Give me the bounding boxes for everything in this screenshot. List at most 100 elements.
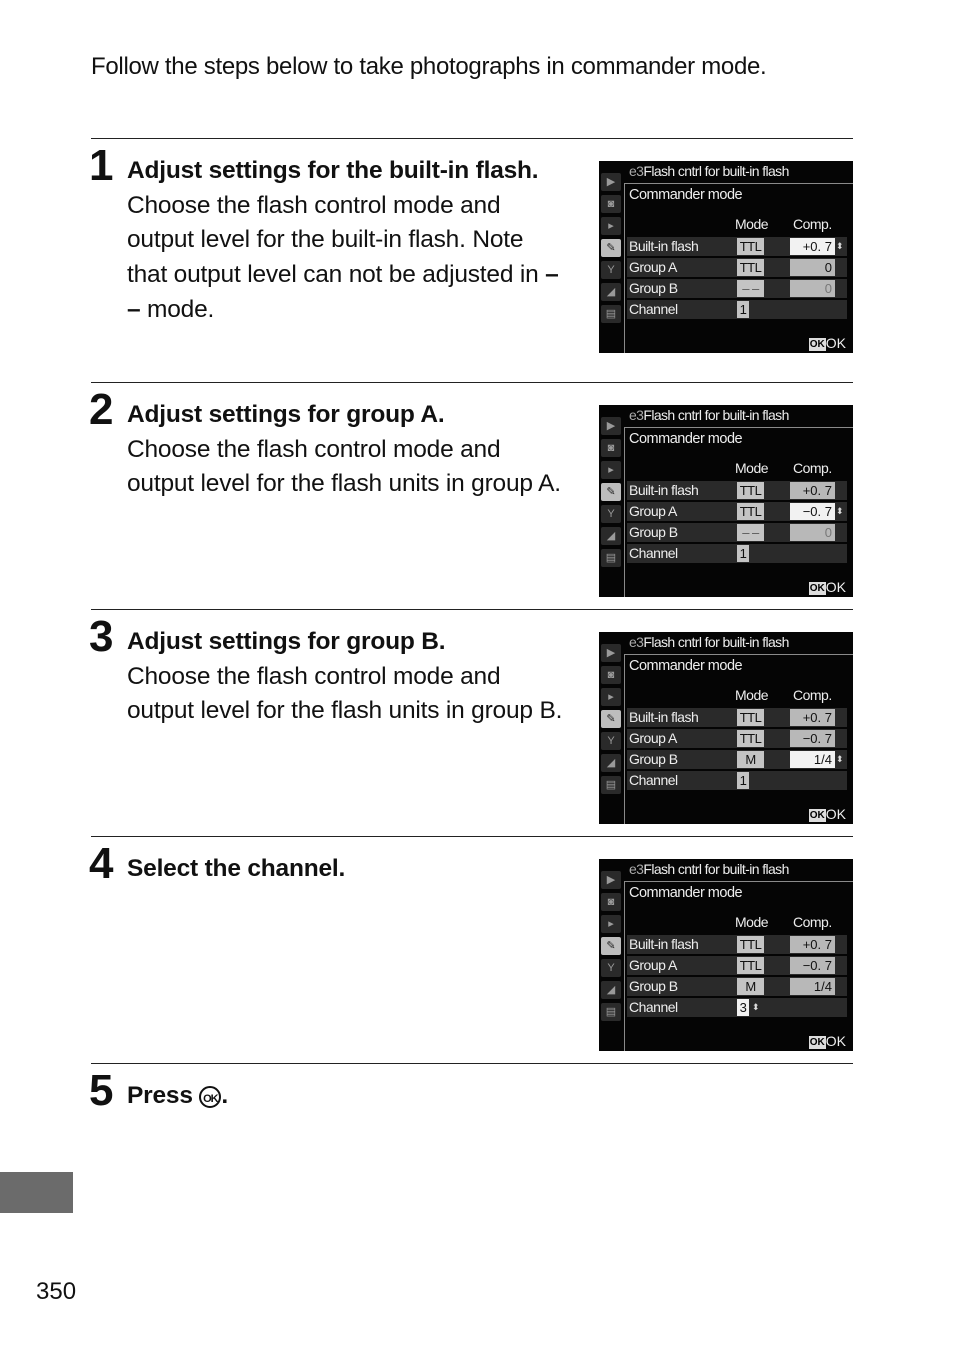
step-title: Adjust settings for the built-in flash.: [127, 157, 539, 184]
setting-label: Channel: [629, 999, 678, 1015]
mode-value[interactable]: TTL: [737, 957, 764, 974]
setting-row[interactable]: Group A TTL 0: [627, 258, 847, 277]
setting-row[interactable]: Group B – – 0: [627, 279, 847, 298]
comp-value[interactable]: −0. 7: [790, 730, 835, 747]
divider: [624, 881, 625, 1051]
comp-value[interactable]: −0. 7: [790, 957, 835, 974]
mode-value[interactable]: TTL: [737, 709, 764, 726]
my-menu-icon: ▤: [601, 305, 621, 323]
up-down-selector-icon: ⬍: [752, 1002, 760, 1012]
intro-text: Follow the steps below to take photograp…: [91, 53, 767, 80]
camera-icon: ◙: [601, 666, 621, 684]
divider: [624, 183, 625, 353]
step-number: 2: [89, 385, 114, 434]
mode-value[interactable]: TTL: [737, 503, 764, 520]
comp-value[interactable]: 0: [790, 524, 835, 541]
setting-row[interactable]: Group A TTL −0. 7: [627, 729, 847, 748]
step-number: 3: [89, 612, 114, 661]
divider: [624, 427, 853, 428]
mode-value[interactable]: 1: [737, 301, 749, 318]
setting-row[interactable]: Built-in flash TTL +0. 7: [627, 935, 847, 954]
screen-subtitle: Commander mode: [629, 885, 743, 901]
menu-code: e3: [629, 163, 644, 179]
setting-label: Group A: [629, 730, 677, 746]
step-body: Choose the flash control mode and output…: [127, 662, 563, 725]
playback-icon: ▶: [601, 173, 621, 191]
setting-label: Channel: [629, 772, 678, 788]
column-header-mode: Mode: [735, 914, 769, 930]
ok-hint: OKOK: [808, 335, 846, 351]
step-2-text: Adjust settings for group A. Choose the …: [127, 398, 567, 502]
step-5-text: Press OK.: [127, 1079, 567, 1114]
setting-row[interactable]: Channel 1: [627, 771, 847, 790]
up-down-selector-icon: ⬍: [836, 241, 844, 251]
screen-subtitle: Commander mode: [629, 431, 743, 447]
screen-title: e3Flash cntrl for built-in flash: [629, 634, 789, 650]
mode-value[interactable]: TTL: [737, 238, 764, 255]
mode-value[interactable]: M: [737, 978, 764, 995]
mode-value[interactable]: 3: [737, 999, 749, 1016]
setting-row[interactable]: Channel 1: [627, 300, 847, 319]
comp-value[interactable]: +0. 7: [790, 482, 835, 499]
ok-hint: OKOK: [808, 1033, 846, 1049]
mode-value[interactable]: 1: [737, 545, 749, 562]
camera-screen: ▶ ◙ ▸ ✎ Y ◢ ▤ e3Flash cntrl for built-in flash C…: [599, 161, 853, 353]
comp-value[interactable]: +0. 7: [790, 709, 835, 726]
screen-title: e3Flash cntrl for built-in flash: [629, 163, 789, 179]
step-body: Choose the flash control mode and output…: [127, 435, 561, 498]
menu-title: Flash cntrl for built-in flash: [643, 861, 789, 877]
setting-row[interactable]: Group B M 1/4: [627, 977, 847, 996]
ok-label: OK: [825, 1033, 846, 1049]
comp-value[interactable]: 0: [790, 259, 835, 276]
setting-row[interactable]: Group A TTL −0. 7 ⬍: [627, 502, 847, 521]
mode-value[interactable]: TTL: [737, 730, 764, 747]
comp-value[interactable]: 0: [790, 280, 835, 297]
setting-label: Group A: [629, 259, 677, 275]
mode-value[interactable]: 1: [737, 772, 749, 789]
movie-icon: ▸: [601, 461, 621, 479]
camera-menu-sidebar: ▶ ◙ ▸ ✎ Y ◢ ▤: [601, 871, 623, 1025]
mode-value[interactable]: TTL: [737, 259, 764, 276]
setting-row[interactable]: Group B – – 0: [627, 523, 847, 542]
retouch-icon: ◢: [601, 981, 621, 999]
setting-label: Group A: [629, 503, 677, 519]
comp-value[interactable]: 1/4: [790, 751, 835, 768]
menu-code: e3: [629, 407, 644, 423]
comp-value[interactable]: +0. 7: [790, 936, 835, 953]
setting-row[interactable]: Group A TTL −0. 7: [627, 956, 847, 975]
column-header-mode: Mode: [735, 687, 769, 703]
my-menu-icon: ▤: [601, 776, 621, 794]
divider: [624, 183, 853, 184]
wrench-icon: Y: [601, 505, 621, 523]
column-header-comp: Comp.: [793, 914, 832, 930]
camera-screen: ▶ ◙ ▸ ✎ Y ◢ ▤ e3Flash cntrl for built-in flash C…: [599, 632, 853, 824]
column-header-comp: Comp.: [793, 216, 832, 232]
setting-row[interactable]: Built-in flash TTL +0. 7: [627, 708, 847, 727]
setting-label: Built-in flash: [629, 238, 699, 254]
step-4-text: Select the channel.: [127, 852, 567, 887]
mode-value[interactable]: – –: [737, 280, 764, 297]
mode-value[interactable]: M: [737, 751, 764, 768]
setting-row[interactable]: Channel 1: [627, 544, 847, 563]
setting-label: Group B: [629, 978, 678, 994]
comp-value[interactable]: −0. 7: [790, 503, 835, 520]
divider: [91, 609, 853, 610]
comp-value[interactable]: 1/4: [790, 978, 835, 995]
comp-value[interactable]: +0. 7: [790, 238, 835, 255]
wrench-icon: Y: [601, 732, 621, 750]
setting-row[interactable]: Built-in flash TTL +0. 7: [627, 481, 847, 500]
setting-row[interactable]: Group B M 1/4 ⬍: [627, 750, 847, 769]
step-body-text: mode.: [140, 295, 215, 323]
mode-value[interactable]: TTL: [737, 482, 764, 499]
setting-row[interactable]: Built-in flash TTL +0. 7 ⬍: [627, 237, 847, 256]
ok-button-icon: OK: [808, 338, 826, 351]
ok-button-icon: OK: [808, 582, 826, 595]
camera-menu-sidebar: ▶ ◙ ▸ ✎ Y ◢ ▤: [601, 417, 623, 571]
camera-menu-sidebar: ▶ ◙ ▸ ✎ Y ◢ ▤: [601, 644, 623, 798]
mode-value[interactable]: TTL: [737, 936, 764, 953]
setting-label: Channel: [629, 545, 678, 561]
step-1-text: Adjust settings for the built-in flash. …: [127, 154, 567, 328]
retouch-icon: ◢: [601, 754, 621, 772]
mode-value[interactable]: – –: [737, 524, 764, 541]
setting-row[interactable]: Channel 3 ⬍: [627, 998, 847, 1017]
